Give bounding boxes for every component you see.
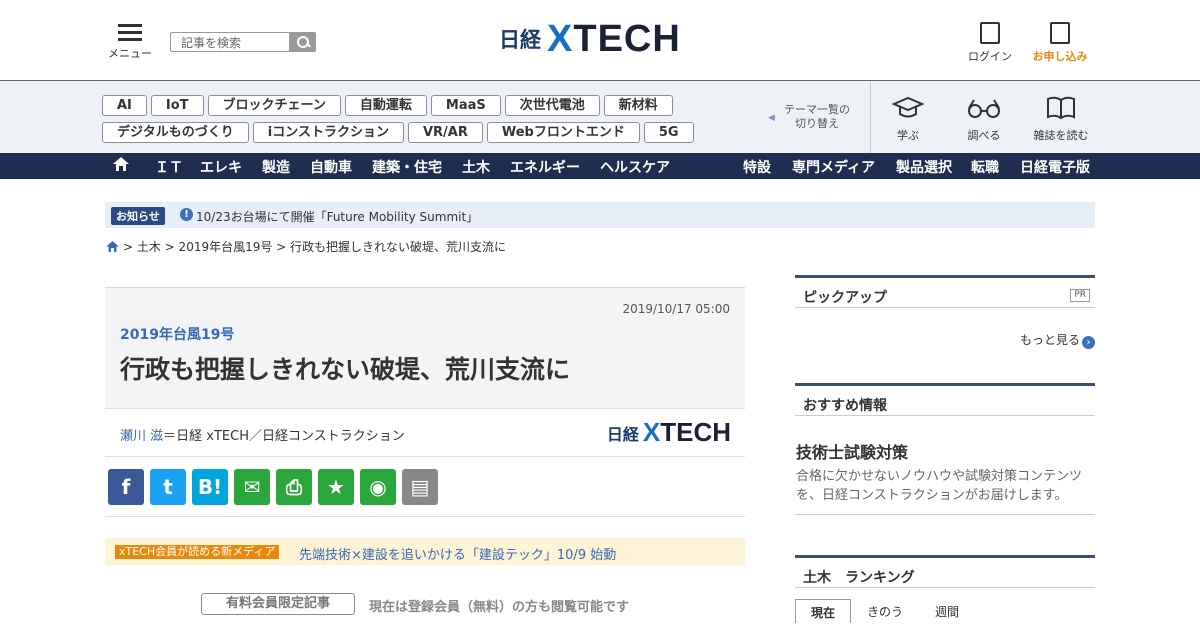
nav-item[interactable]: 転職 [971, 157, 999, 177]
paid-note: 現在は登録会員（無料）の方も閲覧可能です [369, 600, 630, 615]
promo-badge: xTECH会員が読める新メディア [115, 545, 280, 559]
author-name[interactable]: 瀬川 滋 [120, 429, 163, 444]
magazine-button[interactable]: 雑誌を読む [1031, 96, 1091, 143]
logo-xtech: XTECH [547, 17, 681, 60]
tab-now[interactable]: 現在 [795, 599, 851, 623]
topic-tag[interactable]: MaaS [430, 95, 501, 116]
twitter-share-button[interactable]: t [150, 469, 186, 505]
recommend-item-title[interactable]: 技術士試験対策 [796, 439, 908, 463]
byline-logo: 日経 XTECH [606, 417, 731, 447]
topic-tag[interactable]: 自動運転 [344, 95, 427, 116]
divider [870, 81, 871, 153]
apply-label: お申し込み [1032, 50, 1088, 63]
site-header: メニュー 記事を検索 日経 XTECH ログイン お申し込み [0, 0, 1200, 81]
main-nav: ＩＴ エレキ 製造 自動車 建築・住宅 土木 エネルギー ヘルスケア 特設 専門メディア 製品選択転… [0, 153, 1200, 179]
ranking-tabs: 現在 きのう 週間 [795, 599, 981, 623]
recommend-item-desc: 合格に欠かせないノウハウや試験対策コンテンツを、日経コンストラクションがお届けし… [796, 469, 1083, 503]
author-affiliation: ＝日経 xTECH／日経コンストラクション [163, 429, 405, 444]
article-date: 2019/10/17 05:00 [622, 302, 730, 316]
notice-bar[interactable]: お知らせ ! 10/23お台場にて開催「Future Mobility Summ… [105, 202, 1095, 228]
breadcrumb-path[interactable]: > 土木 > 2019年台風19号 > 行政も把握しきれない破堤、荒川支流に [123, 240, 506, 254]
topic-tag[interactable]: VR/AR [407, 122, 483, 143]
pickup-section: ピックアップ PR もっと見る › [795, 275, 1095, 375]
nav-item[interactable]: 製造 [262, 157, 290, 177]
search-input[interactable]: 記事を検索 [170, 32, 290, 52]
topic-tag[interactable]: AI [102, 95, 147, 116]
share-bar: f t B! ✉ ⎙ ★ ◉ ▤ [105, 469, 745, 517]
paid-badge: 有料会員限定記事 [201, 593, 355, 615]
tab-yesterday[interactable]: きのう [857, 599, 913, 623]
chevron-right-icon: › [1082, 336, 1095, 349]
memo-share-button[interactable]: ▤ [402, 469, 438, 505]
author-line: 瀬川 滋＝日経 xTECH／日経コンストラクション [120, 425, 405, 444]
logo-nikkei: 日経 [499, 28, 541, 52]
byline: 瀬川 滋＝日経 xTECH／日経コンストラクション 日経 XTECH [105, 408, 745, 457]
mail-share-button[interactable]: ✉ [234, 469, 270, 505]
more-link[interactable]: もっと見る › [1020, 331, 1095, 349]
glasses-icon [954, 96, 1014, 122]
search-form: 記事を検索 [170, 32, 316, 52]
menu-button[interactable]: メニュー [108, 24, 152, 61]
topic-tag[interactable]: 新材料 [603, 95, 673, 116]
graduation-cap-icon [878, 96, 938, 122]
search-button[interactable] [290, 32, 316, 52]
favorite-share-button[interactable]: ★ [318, 469, 354, 505]
pickup-heading: ピックアップ [795, 275, 1095, 308]
research-button[interactable]: 調べる [954, 96, 1014, 143]
site-logo[interactable]: 日経 XTECH [499, 17, 681, 60]
nav-item[interactable]: エネルギー [510, 157, 580, 177]
hamburger-icon [118, 24, 142, 41]
home-icon[interactable] [113, 157, 129, 171]
article-header: 2019/10/17 05:00 2019年台風19号 行政も把握しきれない破堤… [105, 287, 745, 408]
nav-item[interactable]: 建築・住宅 [372, 157, 442, 177]
nav-item[interactable]: 土木 [462, 157, 490, 177]
login-label: ログイン [968, 50, 1012, 63]
form-icon [1050, 22, 1070, 44]
topic-tag[interactable]: IoT [150, 95, 204, 116]
notice-badge: お知らせ [111, 207, 165, 225]
facebook-share-button[interactable]: f [108, 469, 144, 505]
theme-switch[interactable]: テーマ一覧の 切り替え [768, 103, 850, 131]
nav-item[interactable]: 製品選択 [896, 157, 952, 177]
topic-tag[interactable]: iコンストラクション [252, 122, 404, 143]
recommend-section: おすすめ情報 技術士試験対策 合格に欠かせないノウハウや試験対策コンテンツを、日… [795, 383, 1095, 515]
nav-item[interactable]: 特設 [743, 157, 771, 177]
topic-tag[interactable]: 5G [643, 122, 694, 143]
print-share-button[interactable]: ⎙ [276, 469, 312, 505]
book-icon [1031, 96, 1091, 122]
learn-button[interactable]: 学ぶ [878, 96, 938, 143]
article-series[interactable]: 2019年台風19号 [120, 324, 234, 344]
nav-item[interactable]: ヘルスケア [600, 157, 670, 177]
topic-tag[interactable]: ブロックチェーン [207, 95, 341, 116]
menu-label: メニュー [108, 47, 152, 60]
apply-button[interactable]: お申し込み [1028, 22, 1092, 64]
ranking-section: 土木 ランキング 現在 きのう 週間 [795, 555, 1095, 630]
ranking-heading: 土木 ランキング [795, 555, 1095, 588]
exclamation-icon: ! [180, 208, 193, 221]
article-title: 行政も把握しきれない破堤、荒川支流に [120, 355, 571, 384]
topic-tag[interactable]: 次世代電池 [504, 95, 600, 116]
nav-item[interactable]: 専門メディア [792, 157, 875, 177]
nav-item[interactable]: ＩＴ [155, 157, 183, 177]
topic-bar: AI IoT ブロックチェーン 自動運転 MaaS 次世代電池 新材料デジタルものづくり iコ… [0, 81, 1200, 153]
watch-share-button[interactable]: ◉ [360, 469, 396, 505]
login-button[interactable]: ログイン [966, 22, 1014, 64]
door-icon [980, 22, 1000, 44]
nav-item[interactable]: 自動車 [310, 157, 352, 177]
nav-item[interactable]: 日経電子版 [1020, 157, 1090, 177]
breadcrumb: > 土木 > 2019年台風19号 > 行政も把握しきれない破堤、荒川支流に [106, 238, 506, 255]
hatena-share-button[interactable]: B! [192, 469, 228, 505]
topic-tag[interactable]: デジタルものづくり [102, 122, 249, 143]
topic-tags: AI IoT ブロックチェーン 自動運転 MaaS 次世代電池 新材料デジタルものづくり iコ… [102, 94, 742, 148]
pr-label: PR [1070, 289, 1090, 302]
notice-text[interactable]: 10/23お台場にて開催「Future Mobility Summit」 [196, 208, 478, 225]
topic-tag[interactable]: Webフロントエンド [486, 122, 640, 143]
home-icon[interactable] [106, 241, 119, 252]
recommend-heading: おすすめ情報 [795, 383, 1095, 416]
promo-link[interactable]: 先端技術×建設を追いかける「建設テック」10/9 始動 [299, 544, 616, 563]
nav-item[interactable]: エレキ [200, 157, 242, 177]
tab-weekly[interactable]: 週間 [919, 599, 975, 623]
promo-bar[interactable]: xTECH会員が読める新メディア 先端技術×建設を追いかける「建設テック」10/… [105, 538, 745, 565]
